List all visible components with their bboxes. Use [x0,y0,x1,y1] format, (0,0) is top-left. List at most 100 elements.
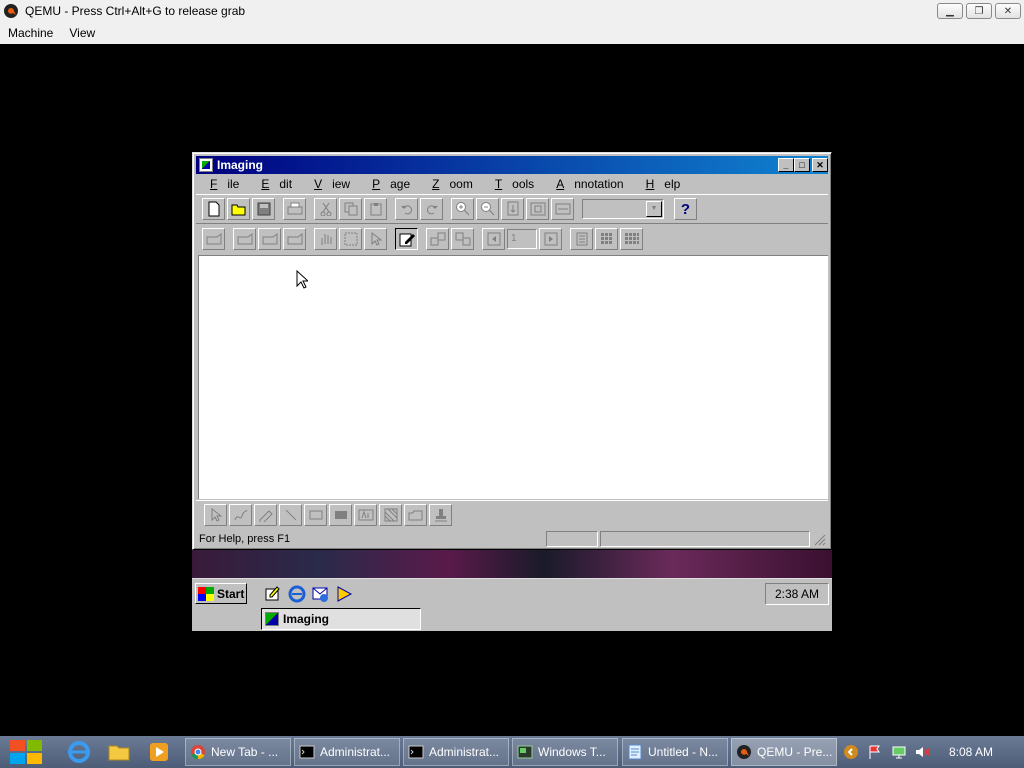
best-fit-button[interactable] [526,198,549,220]
channels-icon[interactable] [335,585,353,603]
zoom-combo[interactable]: ▼ [582,199,664,219]
notepad-icon [628,744,642,760]
media-player-pin-icon[interactable] [146,739,172,765]
fit-to-button[interactable] [501,198,524,220]
hollow-rectangle-button[interactable] [304,503,327,526]
outlook-express-icon[interactable] [311,585,329,603]
fit-width-button[interactable] [551,198,574,220]
rubber-stamp-button[interactable] [429,503,452,526]
imaging-titlebar[interactable]: Imaging _ □ ✕ [196,156,828,174]
help-button[interactable]: ? [674,198,697,220]
next-page-button[interactable] [539,228,562,250]
annotation-pointer-button[interactable] [204,503,227,526]
menu-help[interactable]: Help [634,177,691,191]
menu-tools[interactable]: Tools [483,177,544,191]
zoom-out-button[interactable] [476,198,499,220]
guest-clock: 2:38 AM [765,583,829,605]
host-task-admin-2[interactable]: Administrat... [403,738,509,766]
cmd-icon [408,745,424,759]
host-task-notepad[interactable]: Untitled - N... [622,738,728,766]
imaging-menubar: File Edit View Page Zoom Tools Annotatio… [196,175,828,193]
internet-explorer-pin-icon[interactable] [66,739,92,765]
new-button[interactable] [202,198,225,220]
menu-file[interactable]: File [196,177,249,191]
resize-grip-icon[interactable] [812,532,826,546]
document-view-area[interactable] [198,255,828,499]
host-task-admin-1[interactable]: Administrat... [294,738,400,766]
guest-start-button[interactable]: Start [195,583,247,604]
menu-edit[interactable]: Edit [249,177,302,191]
help-question-icon: ? [680,200,691,218]
insert-scan-button[interactable] [258,228,281,250]
undo-button[interactable] [395,198,418,220]
copy-button[interactable] [339,198,362,220]
host-task-qemu[interactable]: QEMU - Pre... [731,738,837,766]
menu-page[interactable]: Page [360,177,420,191]
drag-button[interactable] [314,228,337,250]
imaging-close-button[interactable]: ✕ [812,158,828,172]
append-scan-button[interactable] [283,228,306,250]
qemu-menu-machine[interactable]: Machine [0,26,61,40]
guest-task-imaging-label: Imaging [283,612,330,626]
freehand-line-button[interactable] [229,503,252,526]
host-windows-logo-icon[interactable] [8,738,44,766]
paste-button[interactable] [364,198,387,220]
volume-muted-icon[interactable] [914,744,930,760]
host-task-chrome[interactable]: New Tab - ... [185,738,291,766]
typed-text-button[interactable] [354,503,377,526]
hand-icon [321,234,331,245]
host-minimize-button[interactable]: ▁ [937,3,963,19]
highlighter-button[interactable] [254,503,277,526]
imaging-maximize-button[interactable]: □ [794,158,810,172]
open-button[interactable] [227,198,250,220]
action-center-flag-icon[interactable] [867,744,883,760]
copy-icon [344,202,357,216]
chevron-down-icon[interactable]: ▼ [646,201,662,217]
scan-new-button[interactable] [202,228,225,250]
rotate-left-button[interactable] [426,228,449,250]
scan-page-button[interactable] [233,228,256,250]
straight-line-button[interactable] [279,503,302,526]
annotation-select-button[interactable] [364,228,387,250]
host-restore-button[interactable]: ❐ [966,3,992,19]
menu-annotation[interactable]: Annotation [544,177,633,191]
annotation-toolbar-button[interactable] [395,228,418,250]
imaging-minimize-button[interactable]: _ [778,158,794,172]
guest-taskbar: Start 2:38 AM Imaging [192,578,832,631]
open-folder-icon [231,204,245,216]
show-hidden-icons-icon[interactable] [843,744,859,760]
host-task-label: Administrat... [320,745,391,759]
show-desktop-icon[interactable] [264,585,282,603]
terminal-icon [517,745,533,759]
thumbnail-view-button[interactable] [595,228,618,250]
menu-zoom[interactable]: Zoom [420,177,483,191]
cut-button[interactable] [314,198,337,220]
qemu-menubar: Machine View [0,21,1024,44]
filled-rectangle-button[interactable] [329,503,352,526]
qemu-menu-view[interactable]: View [61,26,103,40]
host-close-button[interactable]: ✕ [995,3,1021,19]
internet-explorer-icon[interactable] [288,585,306,603]
save-button[interactable] [252,198,275,220]
attach-a-note-button[interactable] [379,503,402,526]
guest-wallpaper [192,548,832,578]
scan-page-icon [237,233,252,245]
file-explorer-pin-icon[interactable] [106,739,132,765]
guest-task-imaging[interactable]: Imaging [261,608,421,630]
page-number-field[interactable]: 1 [507,229,537,249]
text-from-file-button[interactable] [404,503,427,526]
rotate-left-icon [430,232,445,246]
network-icon[interactable] [891,744,907,760]
print-icon [287,202,302,215]
rotate-right-button[interactable] [451,228,474,250]
hollow-rectangle-icon [309,510,322,519]
zoom-in-button[interactable] [451,198,474,220]
menu-view[interactable]: View [302,177,360,191]
redo-button[interactable] [420,198,443,220]
print-button[interactable] [283,198,306,220]
page-thumbnail-view-button[interactable] [620,228,643,250]
previous-page-button[interactable] [482,228,505,250]
select-image-button[interactable] [339,228,362,250]
host-task-windows-terminal[interactable]: Windows T... [512,738,618,766]
one-page-view-button[interactable] [570,228,593,250]
